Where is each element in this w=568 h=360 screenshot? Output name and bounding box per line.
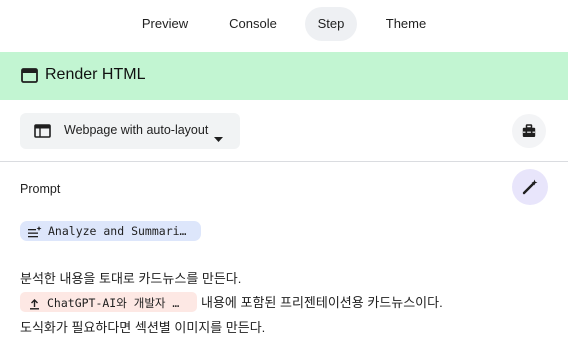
file-reference-chip[interactable]: ChatGPT-AI와 개발자 … [20, 292, 197, 312]
file-reference-label: ChatGPT-AI와 개발자 … [47, 296, 180, 310]
upload-icon [29, 297, 40, 315]
divider [0, 161, 568, 162]
tab-bar: Preview Console Step Theme [0, 0, 568, 50]
prompt-line-3: 도식화가 필요하다면 섹션별 이미지를 만든다. [20, 320, 266, 335]
toolbox-button[interactable] [512, 114, 546, 148]
tab-console[interactable]: Console [214, 7, 292, 41]
tab-theme[interactable]: Theme [370, 7, 442, 41]
magic-wand-icon [522, 179, 538, 195]
step-reference-label: Analyze and Summari… [48, 224, 187, 238]
tab-step[interactable]: Step [305, 7, 357, 41]
chevron-down-icon [214, 129, 223, 142]
step-reference-chip[interactable]: Analyze and Summari… [20, 221, 201, 241]
layout-dropdown-value: Webpage with auto-layout [64, 123, 209, 137]
step-header: Render HTML [0, 52, 568, 100]
layout-dropdown[interactable]: Webpage with auto-layout [20, 113, 240, 149]
web-window-icon [21, 68, 38, 83]
step-title: Render HTML [45, 66, 146, 83]
prompt-label: Prompt [20, 182, 61, 196]
prompt-line-1: 분석한 내용을 토대로 카드뉴스를 만든다. [20, 271, 242, 286]
list-sparkle-icon [28, 225, 42, 243]
toolbox-icon [522, 124, 536, 137]
webpage-layout-icon [34, 124, 51, 138]
tab-preview[interactable]: Preview [126, 7, 204, 41]
magic-wand-button[interactable] [512, 169, 548, 205]
prompt-line-2: 내용에 포함된 프리젠테이션용 카드뉴스이다. [201, 295, 443, 310]
